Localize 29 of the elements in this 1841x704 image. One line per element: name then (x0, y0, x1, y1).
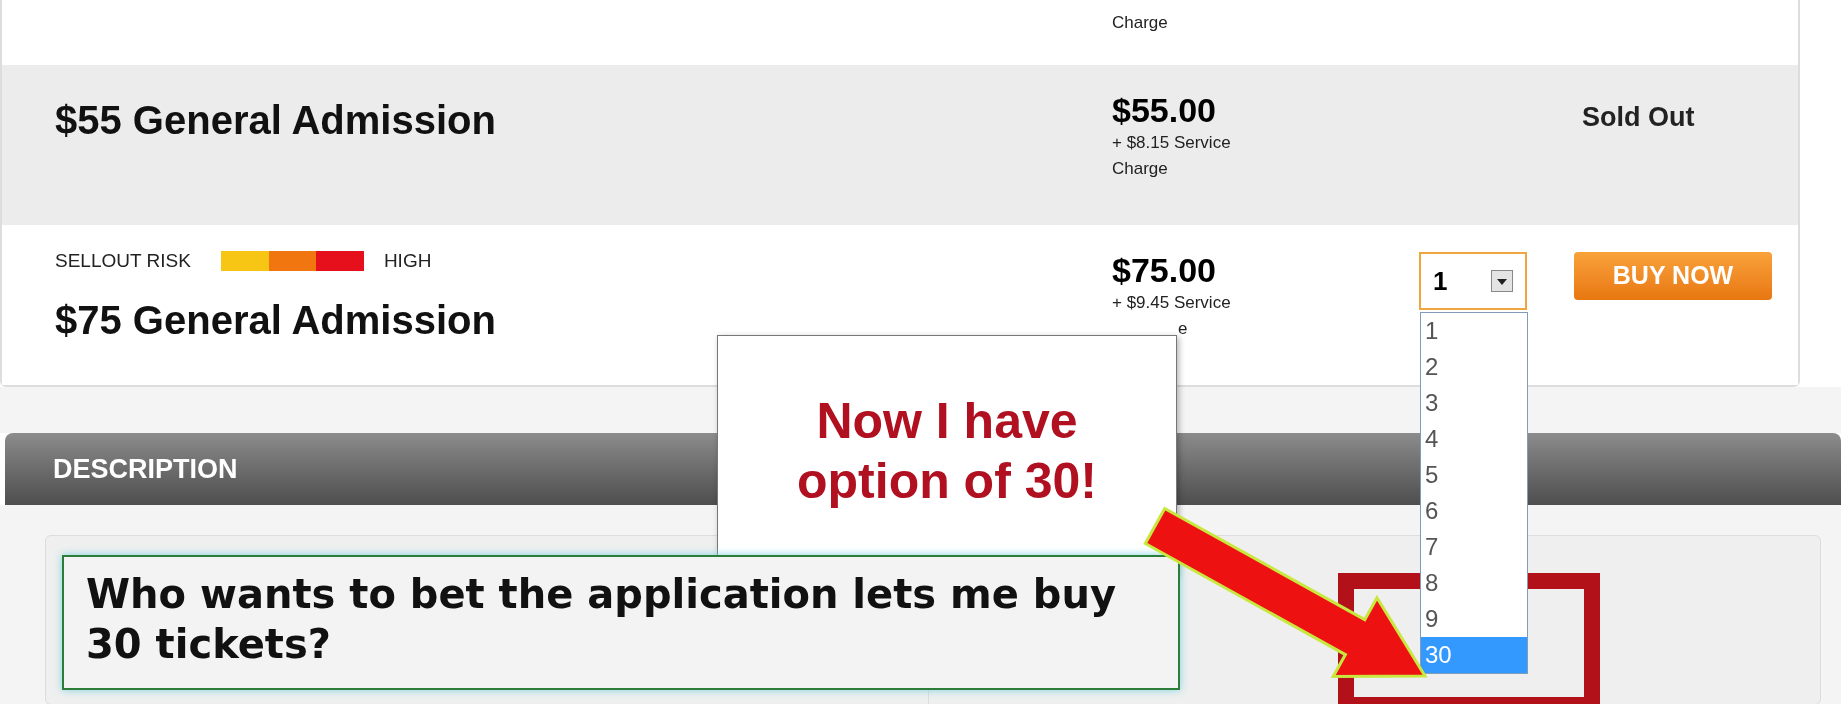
quantity-option[interactable]: 5 (1421, 457, 1527, 493)
callout-text: Now I have (816, 392, 1078, 451)
quantity-option[interactable]: 6 (1421, 493, 1527, 529)
quantity-select[interactable]: 1 (1419, 252, 1527, 310)
quantity-option[interactable]: 9 (1421, 601, 1527, 637)
service-charge-text: + $9.45 Service (1112, 292, 1231, 314)
service-charge-text: e (1178, 318, 1188, 340)
quantity-dropdown-list[interactable]: 1 2 3 4 5 6 7 8 9 30 (1420, 312, 1528, 674)
ticket-price: $55.00 (1112, 90, 1216, 130)
callout-text: option of 30! (797, 452, 1097, 511)
quantity-option[interactable]: 3 (1421, 385, 1527, 421)
quantity-option[interactable]: 2 (1421, 349, 1527, 385)
ticket-title: $55 General Admission (55, 98, 496, 142)
service-charge-text: + $8.15 Service (1112, 132, 1231, 154)
ticket-price: $75.00 (1112, 250, 1216, 290)
description-title: DESCRIPTION (53, 452, 238, 486)
quantity-option[interactable]: 1 (1421, 313, 1527, 349)
sellout-risk-label: SELLOUT RISK (55, 249, 191, 273)
sold-out-status: Sold Out (1582, 102, 1695, 132)
service-charge-text: Charge (1112, 12, 1168, 34)
service-charge-text: Charge (1112, 158, 1168, 180)
caption-text: Who wants to bet the application lets me buy 30 tickets? (86, 571, 1116, 667)
risk-level: HIGH (383, 249, 432, 273)
risk-meter-icon (220, 251, 364, 272)
quantity-option[interactable]: 4 (1421, 421, 1527, 457)
quantity-option[interactable]: 7 (1421, 529, 1527, 565)
quantity-option[interactable]: 8 (1421, 565, 1527, 601)
caret-icon (1491, 270, 1513, 292)
ticket-title: $75 General Admission (55, 296, 496, 344)
